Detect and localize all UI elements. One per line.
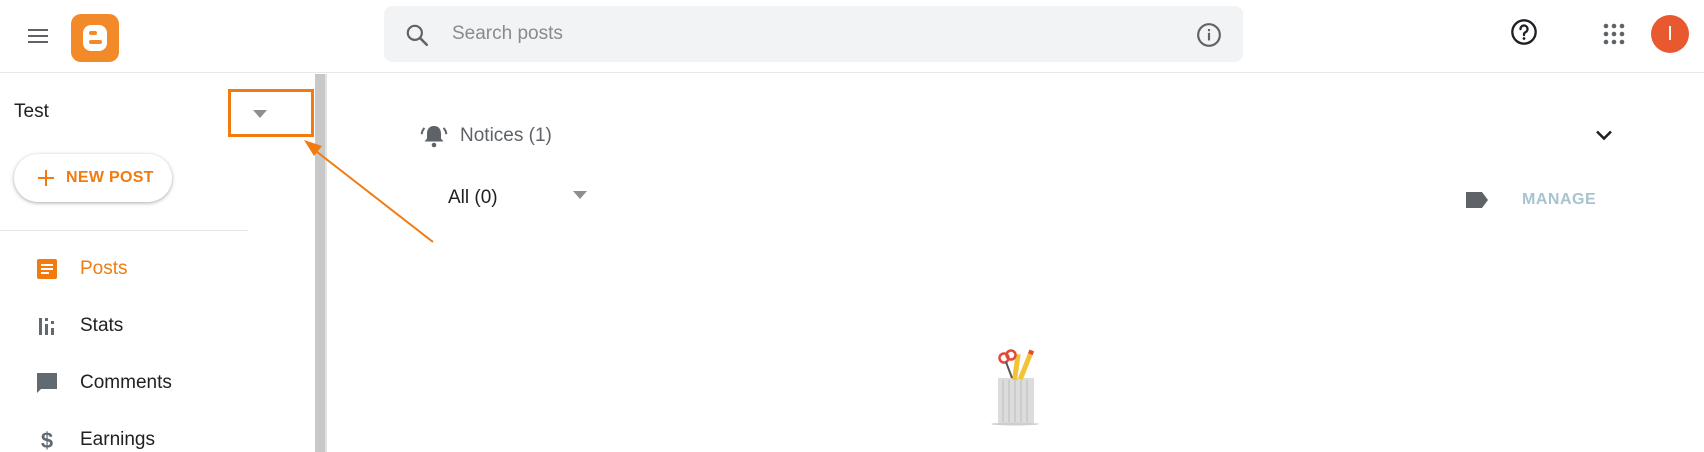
manage-labels-button[interactable]: MANAGE [1516,186,1602,214]
search-icon[interactable] [404,22,430,48]
posts-icon [35,257,59,281]
search-bar [384,6,1243,62]
label-tag-icon[interactable] [1464,188,1490,212]
sidebar-scrollbar[interactable] [315,74,325,452]
blog-name: Test [14,101,49,122]
earnings-icon: $ [35,428,59,452]
bell-ringing-icon [420,126,448,148]
chevron-down-icon[interactable] [1590,121,1618,149]
svg-text:$: $ [41,428,53,452]
comments-icon [35,371,59,395]
sidebar-item-label: Stats [80,315,124,336]
stats-icon [35,314,59,338]
sidebar-item-comments[interactable]: Comments [0,358,310,408]
sidebar-item-label: Comments [80,372,172,393]
top-app-bar: I [0,0,1704,73]
sidebar-divider [0,230,248,231]
sidebar-item-label: Earnings [80,429,155,450]
caret-down-icon [573,191,587,199]
info-icon[interactable] [1196,22,1222,48]
plus-icon [38,170,54,186]
sidebar-item-label: Posts [80,258,128,279]
menu-icon[interactable] [22,20,54,52]
sidebar-border [325,74,327,452]
sidebar-item-posts[interactable]: Posts [0,244,310,294]
help-icon[interactable] [1510,18,1538,46]
annotation-highlight-box [228,89,314,137]
search-input[interactable] [452,18,1152,50]
notices-label: Notices (1) [460,125,552,146]
sidebar-item-earnings[interactable]: $ Earnings [0,415,310,452]
pencil-cup-illustration [991,349,1039,426]
sidebar-item-stats[interactable]: Stats [0,301,310,351]
notices-header[interactable]: Notices (1) [420,120,552,152]
new-post-button[interactable]: NEW POST [14,154,172,202]
blogger-logo-icon[interactable] [71,14,119,62]
new-post-label: NEW POST [66,169,154,186]
post-filter-value: All (0) [448,187,498,208]
post-filter-select[interactable]: All (0) [448,182,598,214]
account-avatar[interactable]: I [1651,15,1689,53]
apps-grid-icon[interactable] [1602,22,1626,46]
